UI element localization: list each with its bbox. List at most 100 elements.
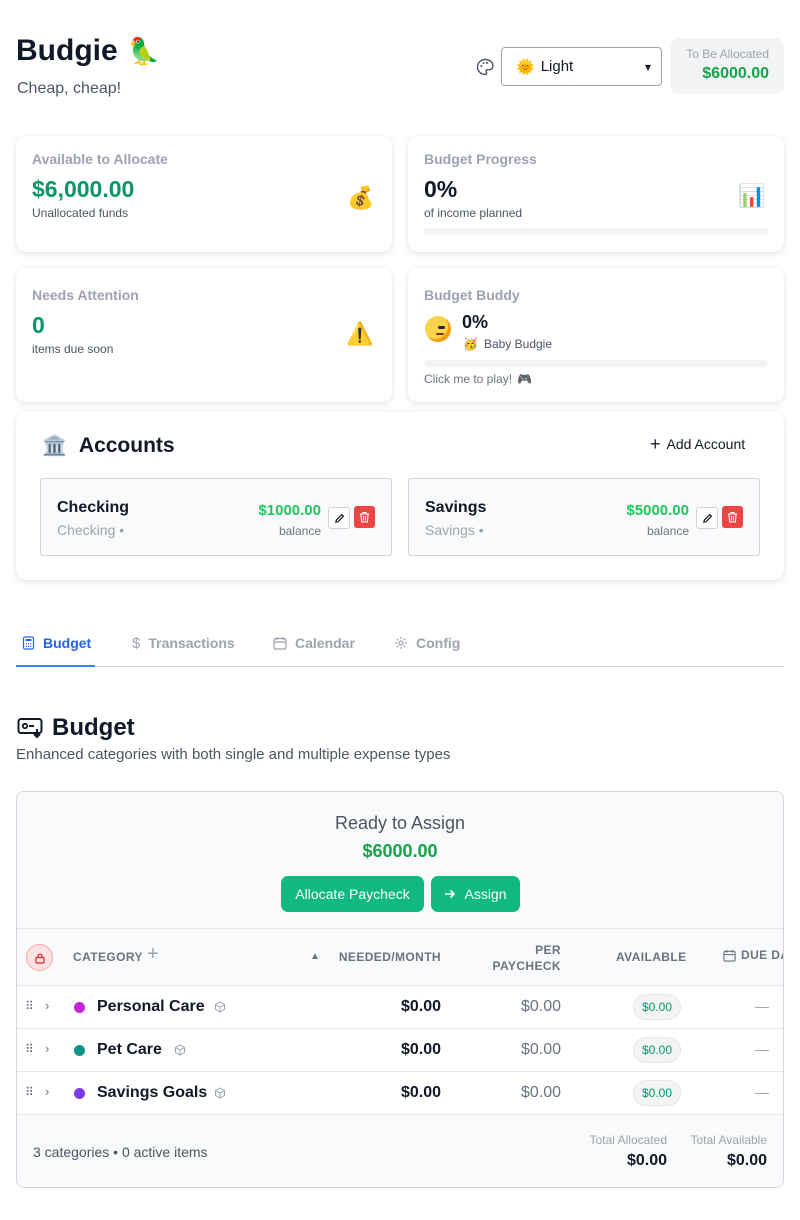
delete-account-button[interactable] bbox=[722, 506, 743, 528]
gear-icon bbox=[395, 637, 407, 649]
add-account-label: Add Account bbox=[666, 436, 746, 452]
chevron-right-icon[interactable]: › bbox=[45, 1084, 49, 1099]
app-title: Budgie 🦜 bbox=[16, 34, 160, 68]
needed-per-month[interactable]: $0.00 bbox=[401, 998, 441, 1016]
attention-value: 0 bbox=[32, 312, 45, 338]
lock-toggle-button[interactable] bbox=[26, 944, 53, 971]
progress-label: Budget Progress bbox=[424, 151, 537, 167]
to-be-allocated-label: To Be Allocated bbox=[686, 47, 769, 61]
chevron-right-icon[interactable]: › bbox=[45, 998, 49, 1013]
accounts-title-label: Accounts bbox=[78, 433, 175, 457]
tab-budget-label: Budget bbox=[43, 634, 92, 651]
account-balance-label: balance bbox=[278, 524, 321, 538]
available-pill: $0.00 bbox=[633, 1080, 681, 1106]
trash-icon bbox=[360, 511, 369, 523]
budget-panel: Ready to Assign $6000.00 Allocate Payche… bbox=[16, 791, 784, 1188]
footer-summary: 3 categories • 0 active items bbox=[33, 1144, 208, 1160]
calendar-icon bbox=[723, 949, 736, 962]
to-be-allocated-value: $6000.00 bbox=[702, 65, 769, 82]
allocate-paycheck-label: Allocate Paycheck bbox=[295, 886, 410, 902]
cube-icon bbox=[175, 1044, 185, 1056]
column-header-per-line1: PER bbox=[535, 943, 561, 957]
plus-icon: + bbox=[650, 434, 661, 454]
theme-select[interactable]: 🌞 Light ▾ bbox=[501, 47, 662, 86]
allocate-paycheck-button[interactable]: Allocate Paycheck bbox=[281, 876, 424, 912]
total-available-value: $0.00 bbox=[726, 1152, 767, 1169]
pencil-icon bbox=[702, 513, 712, 523]
account-balance-label: balance bbox=[646, 524, 689, 538]
account-balance: $5000.00 bbox=[626, 502, 689, 519]
column-header-available: AVAILABLE bbox=[616, 950, 687, 964]
needed-per-month[interactable]: $0.00 bbox=[401, 1041, 441, 1059]
needed-per-month[interactable]: $0.00 bbox=[401, 1084, 441, 1102]
category-color-dot bbox=[74, 1088, 85, 1099]
ready-to-assign-value: $6000.00 bbox=[362, 841, 438, 861]
drag-handle-icon[interactable]: ⠿ bbox=[25, 1042, 34, 1056]
attention-label: Needs Attention bbox=[32, 287, 139, 303]
due-date: — bbox=[755, 1084, 769, 1100]
table-row[interactable]: ⠿ › Savings Goals $0.00 $0.00 $0.00 — bbox=[17, 1072, 783, 1115]
game-controller-icon: 🎮 bbox=[517, 372, 532, 386]
progress-value: 0% bbox=[424, 176, 458, 202]
table-row[interactable]: ⠿ › Personal Care $0.00 $0.00 $0.00 — bbox=[17, 986, 783, 1029]
table-row[interactable]: ⠿ › Pet Care $0.00 $0.00 $0.00 — bbox=[17, 1029, 783, 1072]
tab-calendar[interactable]: Calendar bbox=[273, 620, 355, 666]
category-name[interactable]: Personal Care bbox=[97, 998, 205, 1016]
budget-title: Budget bbox=[52, 714, 135, 741]
budget-buddy-card[interactable]: Budget Buddy 0% 🥳 Baby Budgie Click me t… bbox=[408, 268, 784, 402]
app-name: Budgie bbox=[16, 34, 118, 67]
column-header-per-line2: PAYCHECK bbox=[492, 959, 561, 973]
drag-handle-icon[interactable]: ⠿ bbox=[25, 999, 34, 1013]
edit-account-button[interactable] bbox=[328, 507, 350, 529]
parrot-icon: 🦜 bbox=[127, 35, 161, 66]
account-type: Checking • bbox=[57, 522, 125, 538]
dollar-icon: $ bbox=[132, 634, 141, 652]
chevron-right-icon[interactable]: › bbox=[45, 1041, 49, 1056]
cube-icon bbox=[215, 1087, 225, 1099]
sort-asc-icon[interactable]: ▲ bbox=[310, 951, 320, 962]
tab-budget[interactable]: Budget bbox=[16, 620, 96, 667]
ready-to-assign: Ready to Assign $6000.00 Allocate Payche… bbox=[17, 792, 783, 929]
progress-sub: of income planned bbox=[424, 206, 523, 220]
total-allocated-label: Total Allocated bbox=[589, 1133, 667, 1147]
column-header-per-paycheck: PER PAYCHECK bbox=[492, 943, 561, 973]
tab-calendar-label: Calendar bbox=[295, 635, 355, 651]
edit-account-button[interactable] bbox=[696, 507, 718, 529]
per-paycheck: $0.00 bbox=[520, 1041, 561, 1058]
available-card: Available to Allocate $6,000.00 Unalloca… bbox=[16, 136, 392, 252]
due-date: — bbox=[755, 998, 769, 1014]
per-paycheck: $0.00 bbox=[520, 1084, 561, 1101]
tab-transactions[interactable]: $ Transactions bbox=[132, 620, 235, 666]
tab-config[interactable]: Config bbox=[394, 620, 460, 666]
assign-button[interactable]: Assign bbox=[431, 876, 520, 912]
available-pill: $0.00 bbox=[633, 994, 681, 1020]
money-bag-icon: 💰 bbox=[347, 185, 375, 210]
available-label: Available to Allocate bbox=[32, 151, 168, 167]
category-color-dot bbox=[74, 1045, 85, 1056]
trash-icon bbox=[728, 511, 737, 523]
add-account-button[interactable]: + Add Account bbox=[650, 434, 746, 454]
delete-account-button[interactable] bbox=[354, 506, 375, 528]
drag-handle-icon[interactable]: ⠿ bbox=[25, 1085, 34, 1099]
account-card-savings[interactable]: Savings Savings • $5000.00 balance bbox=[408, 478, 760, 556]
calculator-icon bbox=[22, 635, 35, 650]
column-header-category[interactable]: CATEGORY bbox=[73, 950, 143, 964]
category-color-dot bbox=[74, 1002, 85, 1013]
account-name: Checking bbox=[57, 499, 130, 516]
attention-sub: items due soon bbox=[32, 342, 114, 356]
add-category-plus-icon[interactable]: + bbox=[147, 944, 159, 964]
buddy-cta[interactable]: Click me to play! 🎮 bbox=[424, 372, 532, 386]
buddy-progress-bar bbox=[424, 360, 768, 367]
category-name[interactable]: Pet Care bbox=[97, 1041, 162, 1059]
category-name[interactable]: Savings Goals bbox=[97, 1084, 207, 1102]
palette-icon bbox=[476, 58, 494, 76]
account-card-checking[interactable]: Checking Checking • $1000.00 balance bbox=[40, 478, 392, 556]
cube-icon bbox=[215, 1001, 225, 1013]
account-name: Savings bbox=[425, 499, 487, 516]
main-tabs: Budget $ Transactions Calendar Config bbox=[16, 620, 784, 667]
wallet-icon bbox=[17, 718, 43, 739]
buddy-level-label: Baby Budgie bbox=[483, 337, 553, 351]
available-sub: Unallocated funds bbox=[32, 206, 129, 220]
assign-label: Assign bbox=[464, 886, 507, 902]
available-value: $6,000.00 bbox=[32, 176, 135, 202]
